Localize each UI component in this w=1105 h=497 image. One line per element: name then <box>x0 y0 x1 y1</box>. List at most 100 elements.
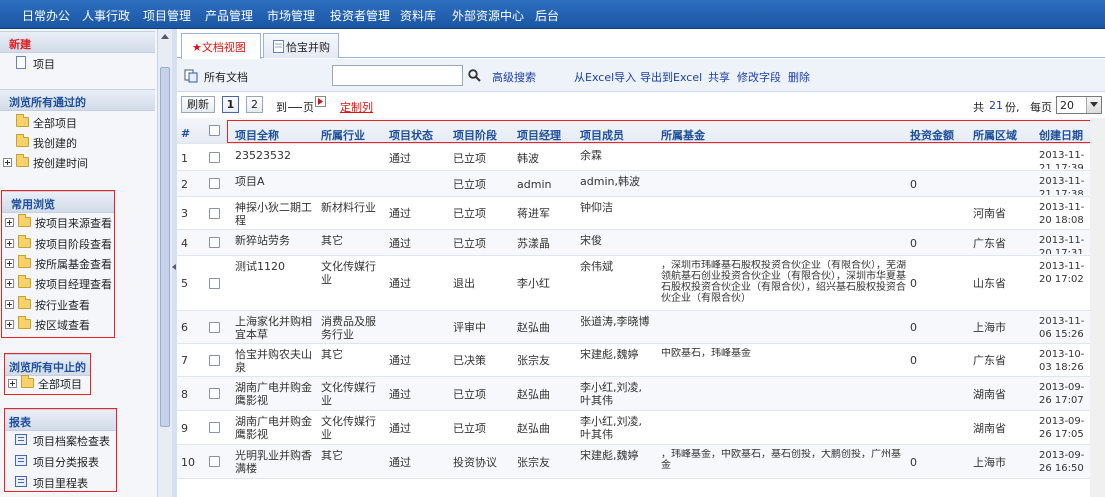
goto-page-input[interactable] <box>288 107 302 108</box>
table-row[interactable]: 9 湖南广电并购金鹰影视 文化传媒行业 通过 已立项 赵弘曲 李小红,刘凌,叶其伟 湖南省 20… <box>177 411 1105 445</box>
expand-plus-icon[interactable] <box>5 239 14 248</box>
table-cell: 消费品及服务行业 <box>321 315 376 341</box>
row-checkbox[interactable] <box>209 152 220 163</box>
expand-plus-icon[interactable] <box>5 218 14 227</box>
nav-item-backend[interactable]: 后台 <box>535 7 559 24</box>
sidebar-item-report-milestone[interactable]: 项目里程表 <box>5 473 116 491</box>
go-arrow-icon[interactable] <box>315 96 326 107</box>
table-cell[interactable]: 测试1120 <box>235 260 315 273</box>
table-cell[interactable]: 23523532 <box>235 149 315 162</box>
expand-plus-icon[interactable] <box>8 379 17 388</box>
nav-item-office[interactable]: 日常办公 <box>22 7 70 24</box>
collapse-left-icon[interactable] <box>172 264 176 270</box>
nav-item-project[interactable]: 项目管理 <box>143 7 191 24</box>
table-cell: 张宗友 <box>517 456 550 469</box>
search-input[interactable] <box>332 65 463 86</box>
sidebar-item-by-stage[interactable]: 按项目阶段查看 <box>2 234 114 252</box>
page-1-button[interactable]: 1 <box>222 96 239 113</box>
tab-document-view[interactable]: ★文档视图 <box>181 33 261 59</box>
row-checkbox[interactable] <box>209 208 220 219</box>
table-row[interactable]: 4 新猝站劳务 其它 通过 已立项 苏漾晶 宋俊 0 广东省 2013-11-20 17:31 <box>177 230 1105 256</box>
table-cell: 2013-11-20 17:31 <box>1039 235 1085 254</box>
delete-link[interactable]: 删除 <box>788 69 810 85</box>
table-cell[interactable]: 湖南广电并购金鹰影视 <box>235 381 315 407</box>
page-2-button[interactable]: 2 <box>246 96 263 113</box>
table-row[interactable]: 7 恰宝并购农夫山泉 其它 通过 已决策 张宗友 宋建彪,魏婷 中欧基石，玮峰基金 0 广东省 20… <box>177 344 1105 377</box>
refresh-button[interactable]: 刷新 <box>181 96 215 113</box>
table-cell: 宋俊 <box>580 234 602 247</box>
row-checkbox[interactable] <box>209 422 220 433</box>
sidebar-item-my-created[interactable]: 我创建的 <box>0 133 150 151</box>
table-cell[interactable]: 上海家化并购相宜本草 <box>235 315 315 341</box>
table-scrollbar[interactable] <box>1090 118 1105 497</box>
expand-plus-icon[interactable] <box>5 279 14 288</box>
custom-columns-link[interactable]: 定制列 <box>340 99 373 115</box>
table-row[interactable]: 3 神探小狄二期工程 新材料行业 通过 已立项 蒋进军 钟仰洁 河南省 2013-11-20 1… <box>177 197 1105 230</box>
search-icon[interactable] <box>468 69 481 82</box>
scrollbar-thumb[interactable] <box>160 67 170 427</box>
select-all-checkbox[interactable] <box>209 125 220 136</box>
advanced-search-link[interactable]: 高级搜索 <box>492 69 536 85</box>
expand-plus-icon[interactable] <box>5 300 14 309</box>
table-row[interactable]: 6 上海家化并购相宜本草 消费品及服务行业 评审中 赵弘曲 张道涛,李晓博 0 上海市 2013… <box>177 311 1105 344</box>
folder-icon <box>16 134 29 147</box>
expand-plus-icon[interactable] <box>5 320 14 329</box>
nav-item-market[interactable]: 市场管理 <box>267 7 315 24</box>
scroll-up-icon[interactable] <box>161 34 169 39</box>
import-excel-link[interactable]: 从Excel导入 <box>574 69 636 85</box>
per-page-label: 每页 <box>1030 101 1052 114</box>
nav-item-hr[interactable]: 人事行政 <box>82 7 130 24</box>
row-checkbox[interactable] <box>209 456 220 467</box>
modify-fields-link[interactable]: 修改字段 <box>737 69 781 85</box>
sidebar-item-by-source[interactable]: 按项目来源查看 <box>2 213 114 231</box>
row-checkbox[interactable] <box>209 278 220 289</box>
sidebar-item-report-category[interactable]: 项目分类报表 <box>5 452 116 470</box>
nav-item-product[interactable]: 产品管理 <box>205 7 253 24</box>
sidebar-item-stopped-all[interactable]: 全部项目 <box>5 374 90 392</box>
sidebar-scrollbar[interactable] <box>157 29 172 497</box>
sidebar-item-all-projects[interactable]: 全部项目 <box>0 113 150 131</box>
report-icon <box>15 434 27 445</box>
table-cell[interactable]: 恰宝并购农夫山泉 <box>235 348 315 374</box>
per-page-select[interactable]: 20 <box>1056 96 1102 114</box>
row-checkbox[interactable] <box>209 388 220 399</box>
export-excel-link[interactable]: 导出到Excel <box>640 69 702 85</box>
table-cell: 5 <box>181 277 188 290</box>
chevron-down-icon[interactable] <box>1086 97 1101 113</box>
row-checkbox[interactable] <box>209 178 220 189</box>
table-row[interactable]: 5 测试1120 文化传媒行业 通过 退出 李小红 余伟斌 ，深圳市玮峰基石股权投资合伙企业（… <box>177 256 1105 311</box>
table-cell[interactable]: 神探小狄二期工程 <box>235 201 315 227</box>
sidebar-item-by-fund[interactable]: 按所属基金查看 <box>2 254 114 272</box>
tab-qiabao-merger[interactable]: 恰宝并购 <box>263 33 339 58</box>
table-cell: 投资协议 <box>453 456 497 469</box>
table-cell[interactable]: 光明乳业并购香满楼 <box>235 449 315 475</box>
section-title-common: 常用浏览 <box>11 198 55 211</box>
table-cell: 通过 <box>389 237 411 250</box>
table-cell: 张宗友 <box>517 354 550 367</box>
sidebar-item-by-created-time[interactable]: 按创建时间 <box>0 153 150 171</box>
table-row[interactable]: 8 湖南广电并购金鹰影视 文化传媒行业 通过 已立项 赵弘曲 李小红,刘凌,叶其伟 湖南省 20… <box>177 377 1105 411</box>
row-checkbox[interactable] <box>209 355 220 366</box>
sidebar-item-report-archive[interactable]: 项目档案检查表 <box>5 431 116 449</box>
nav-item-investor[interactable]: 投资者管理 <box>330 7 390 24</box>
table-row[interactable]: 1 23523532 通过 已立项 韩波 余霖 2013-11-21 17:39 <box>177 145 1105 171</box>
row-checkbox[interactable] <box>209 237 220 248</box>
nav-item-library[interactable]: 资料库 <box>400 7 436 24</box>
table-cell[interactable]: 湖南广电并购金鹰影视 <box>235 415 315 441</box>
table-cell: 新材料行业 <box>321 201 376 214</box>
table-cell[interactable]: 新猝站劳务 <box>235 234 315 247</box>
table-row[interactable]: 2 项目A 已立项 admin admin,韩波 0 2013-11-21 17:38 <box>177 171 1105 197</box>
sidebar-item-by-region[interactable]: 按区域查看 <box>2 315 114 333</box>
column-header[interactable]: # <box>181 127 190 140</box>
sidebar-item-by-manager[interactable]: 按项目经理查看 <box>2 274 114 292</box>
table-cell[interactable]: 项目A <box>235 175 315 188</box>
expand-plus-icon[interactable] <box>3 158 12 167</box>
expand-plus-icon[interactable] <box>5 259 14 268</box>
sidebar-item-by-industry[interactable]: 按行业查看 <box>2 295 114 313</box>
sidebar-item-new-project[interactable]: 项目 <box>0 54 150 72</box>
table-row[interactable]: 10 光明乳业并购香满楼 其它 通过 投资协议 张宗友 宋建彪,魏婷 ，玮峰基金，中欧基石，基… <box>177 445 1105 479</box>
table-cell: 宋建彪,魏婷 <box>580 449 639 462</box>
nav-item-external[interactable]: 外部资源中心 <box>452 7 524 24</box>
row-checkbox[interactable] <box>209 322 220 333</box>
share-link[interactable]: 共享 <box>708 69 730 85</box>
